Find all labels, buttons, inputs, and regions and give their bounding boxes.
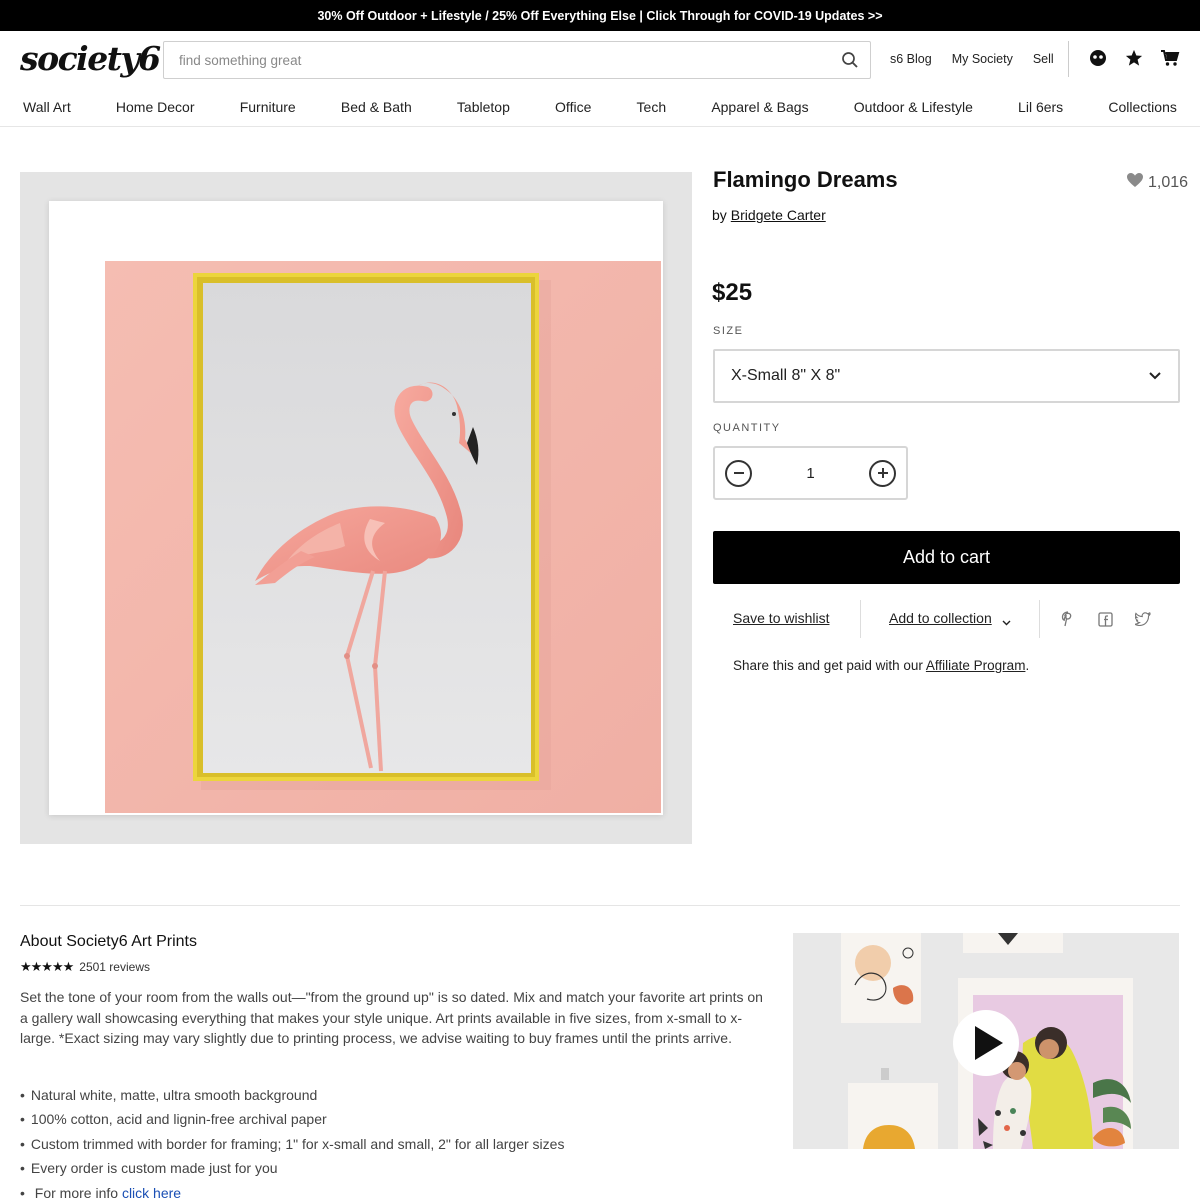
chevron-down-icon xyxy=(1002,613,1011,631)
search-icon[interactable] xyxy=(830,42,870,78)
add-to-cart-button[interactable]: Add to cart xyxy=(713,531,1180,584)
like-count: 1,016 xyxy=(1148,173,1189,191)
quantity-value[interactable]: 1 xyxy=(806,465,814,482)
twitter-icon[interactable] xyxy=(1132,608,1154,630)
about-description: Set the tone of your room from the walls… xyxy=(20,989,763,1047)
search-input[interactable] xyxy=(164,42,830,78)
like-button[interactable]: 1,016 xyxy=(1126,172,1188,193)
action-divider xyxy=(860,600,861,638)
artist-link[interactable]: Bridgete Carter xyxy=(731,207,826,223)
click-here-link[interactable]: click here xyxy=(122,1185,181,1200)
size-value: X-Small 8" X 8" xyxy=(731,367,841,384)
affiliate-note: Share this and get paid with our Affilia… xyxy=(733,658,1029,673)
nav-tabletop[interactable]: Tabletop xyxy=(457,99,510,115)
affiliate-text: Share this and get paid with our xyxy=(733,658,923,673)
feature-list: Natural white, matte, ultra smooth backg… xyxy=(20,1085,770,1200)
action-divider xyxy=(1039,600,1040,638)
pinterest-icon[interactable] xyxy=(1057,608,1079,630)
rating-stars-icon: ★★★★★ xyxy=(20,959,74,974)
logo[interactable]: society6 xyxy=(20,39,161,78)
decrease-quantity-button[interactable] xyxy=(725,459,752,487)
list-item: 100% cotton, acid and lignin-free archiv… xyxy=(20,1109,770,1133)
affiliate-program-link[interactable]: Affiliate Program xyxy=(926,658,1026,673)
blog-link[interactable]: s6 Blog xyxy=(890,52,932,66)
facebook-icon[interactable] xyxy=(1094,608,1116,630)
list-item: For more info click here xyxy=(20,1183,770,1200)
nav-office[interactable]: Office xyxy=(555,99,591,115)
more-info-text: For more info xyxy=(34,1184,119,1200)
account-icon[interactable] xyxy=(1087,47,1109,69)
heart-icon xyxy=(1126,172,1144,193)
section-divider xyxy=(20,905,1180,906)
review-count: 2501 reviews xyxy=(79,960,150,974)
nav-lil-6ers[interactable]: Lil 6ers xyxy=(1018,99,1063,115)
quantity-stepper: 1 xyxy=(713,446,908,500)
size-label: SIZE xyxy=(713,325,744,337)
print-paper xyxy=(49,201,663,815)
search-bar xyxy=(163,41,871,79)
review-summary[interactable]: ★★★★★ 2501 reviews xyxy=(20,959,150,975)
site-header: society6 s6 Blog My Society Sell xyxy=(0,31,1200,87)
list-item: Natural white, matte, ultra smooth backg… xyxy=(20,1085,770,1109)
about-title: About Society6 Art Prints xyxy=(20,933,197,950)
my-society-link[interactable]: My Society xyxy=(952,52,1013,66)
list-item: Custom trimmed with border for framing; … xyxy=(20,1134,770,1158)
list-item: Every order is custom made just for you xyxy=(20,1158,770,1182)
header-icons xyxy=(1087,47,1181,69)
nav-furniture[interactable]: Furniture xyxy=(240,99,296,115)
category-nav: Wall Art Home Decor Furniture Bed & Bath… xyxy=(0,87,1200,127)
nav-collections[interactable]: Collections xyxy=(1108,99,1176,115)
increase-quantity-button[interactable] xyxy=(869,459,896,487)
video-thumbnail[interactable] xyxy=(793,933,1179,1149)
gallery-wall-image xyxy=(793,933,1179,1149)
add-to-collection-link[interactable]: Add to collection xyxy=(889,610,992,626)
by-label: by xyxy=(712,207,727,223)
nav-bed-bath[interactable]: Bed & Bath xyxy=(341,99,412,115)
nav-outdoor-lifestyle[interactable]: Outdoor & Lifestyle xyxy=(854,99,973,115)
product-actions: Save to wishlist Add to collection xyxy=(713,598,1180,638)
product-title: Flamingo Dreams xyxy=(713,167,898,192)
save-to-wishlist-link[interactable]: Save to wishlist xyxy=(733,610,829,626)
add-to-collection-label: Add to collection xyxy=(889,610,992,626)
product-price: $25 xyxy=(712,279,753,306)
star-icon[interactable] xyxy=(1123,47,1145,69)
promo-banner[interactable]: 30% Off Outdoor + Lifestyle / 25% Off Ev… xyxy=(0,0,1200,31)
nav-apparel-bags[interactable]: Apparel & Bags xyxy=(711,99,808,115)
header-divider xyxy=(1068,41,1069,77)
affiliate-suffix: . xyxy=(1025,658,1030,673)
cart-icon[interactable] xyxy=(1159,47,1181,69)
sell-link[interactable]: Sell xyxy=(1033,52,1054,66)
nav-tech[interactable]: Tech xyxy=(637,99,667,115)
chevron-down-icon xyxy=(1148,367,1162,385)
flamingo-artwork xyxy=(105,261,661,813)
product-image[interactable] xyxy=(20,172,692,844)
artist-byline: by Bridgete Carter xyxy=(712,207,826,223)
nav-home-decor[interactable]: Home Decor xyxy=(116,99,195,115)
quantity-label: QUANTITY xyxy=(713,422,781,434)
size-select[interactable]: X-Small 8" X 8" xyxy=(713,349,1180,403)
nav-wall-art[interactable]: Wall Art xyxy=(23,99,71,115)
header-links: s6 Blog My Society Sell xyxy=(890,52,1074,66)
